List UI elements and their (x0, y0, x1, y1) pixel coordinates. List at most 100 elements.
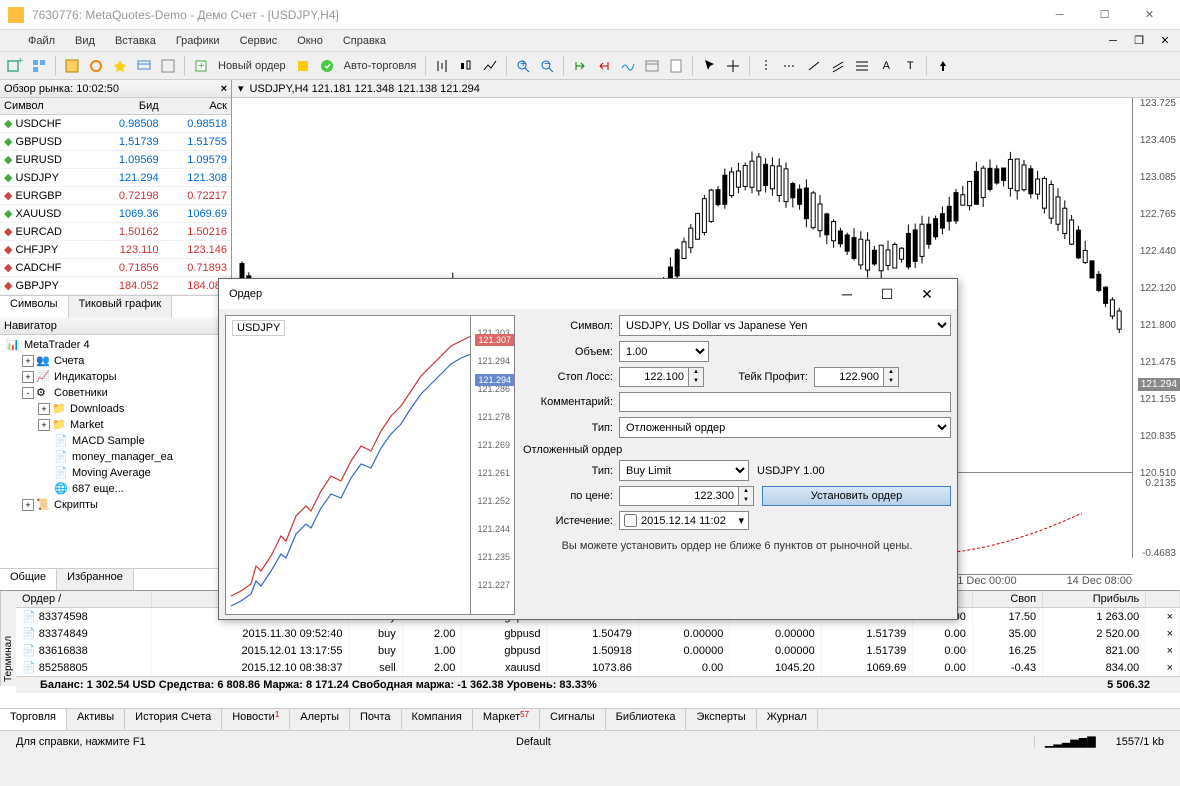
terminal-tab-библиотека[interactable]: Библиотека (606, 709, 687, 730)
channel-icon[interactable] (827, 55, 849, 77)
terminal-tab-маркет[interactable]: Маркет57 (473, 709, 540, 730)
terminal-tab-новости[interactable]: Новости1 (222, 709, 290, 730)
expander-icon[interactable]: + (38, 403, 50, 415)
cursor-icon[interactable] (698, 55, 720, 77)
metaeditor-icon[interactable] (292, 55, 314, 77)
menu-view[interactable]: Вид (65, 35, 105, 47)
menu-insert[interactable]: Вставка (105, 35, 166, 47)
market-watch-row[interactable]: ◆ GBPJPY184.052184.088 (0, 277, 231, 295)
close-button[interactable]: ✕ (1127, 1, 1172, 29)
trendline-icon[interactable] (803, 55, 825, 77)
market-watch-row[interactable]: ◆ USDJPY121.294121.308 (0, 169, 231, 187)
expiry-checkbox[interactable] (624, 514, 637, 527)
bar-chart-icon[interactable] (431, 55, 453, 77)
menu-file[interactable]: Файл (4, 35, 65, 47)
tab-favorites[interactable]: Избранное (57, 569, 134, 590)
order-row[interactable]: 📄 836168382015.12.01 13:17:55buy1.00gbpu… (16, 642, 1180, 659)
chart-shift-icon[interactable] (593, 55, 615, 77)
symbol-select[interactable]: USDJPY, US Dollar vs Japanese Yen (619, 315, 951, 336)
status-profile[interactable]: Default (506, 736, 1035, 748)
terminal-column[interactable]: Прибыль (1043, 591, 1146, 608)
price-spinner[interactable]: ▲▼ (619, 486, 754, 506)
tree-item[interactable]: -⚙Советники (2, 385, 229, 401)
vline-icon[interactable] (755, 55, 777, 77)
expander-icon[interactable]: - (22, 387, 34, 399)
tab-symbols[interactable]: Символы (0, 296, 69, 317)
line-chart-icon[interactable] (479, 55, 501, 77)
candle-chart-icon[interactable] (455, 55, 477, 77)
menu-service[interactable]: Сервис (230, 35, 288, 47)
order-type-select[interactable]: Отложенный ордер (619, 417, 951, 438)
dialog-titlebar[interactable]: Ордер ─ ☐ ✕ (219, 279, 957, 309)
text-label-icon[interactable]: T (899, 55, 921, 77)
expander-icon[interactable]: + (38, 419, 50, 431)
terminal-tab-активы[interactable]: Активы (67, 709, 125, 730)
market-watch-row[interactable]: ◆ USDCHF0.985080.98518 (0, 115, 231, 133)
terminal-column[interactable]: Ордер / (16, 591, 152, 608)
new-order-label[interactable]: Новый ордер (214, 60, 290, 72)
menu-charts[interactable]: Графики (166, 35, 230, 47)
tab-tick-chart[interactable]: Тиковый график (69, 296, 173, 317)
terminal-tab-торговля[interactable]: Торговля (0, 709, 67, 730)
terminal-column[interactable] (1146, 591, 1180, 608)
tree-root[interactable]: 📊 MetaTrader 4 (2, 337, 229, 353)
col-ask[interactable]: Аск (163, 98, 231, 115)
terminal-tab-компания[interactable]: Компания (402, 709, 473, 730)
data-window-icon[interactable] (85, 55, 107, 77)
volume-select[interactable]: 1.00 (619, 341, 709, 362)
terminal-tab-эксперты[interactable]: Эксперты (686, 709, 756, 730)
chart-menu-icon[interactable]: ▾ (238, 82, 244, 95)
terminal-icon[interactable] (133, 55, 155, 77)
indicators-icon[interactable] (617, 55, 639, 77)
col-bid[interactable]: Бид (94, 98, 162, 115)
market-watch-close-icon[interactable]: × (221, 83, 227, 95)
terminal-tab-алерты[interactable]: Алерты (290, 709, 350, 730)
market-watch-row[interactable]: ◆ GBPUSD1.517391.51755 (0, 133, 231, 151)
order-row[interactable]: 📄 852588052015.12.10 08:38:37sell2.00xau… (16, 659, 1180, 676)
comment-input[interactable] (619, 392, 951, 412)
dialog-minimize-icon[interactable]: ─ (827, 286, 867, 302)
periods-icon[interactable] (641, 55, 663, 77)
hline-icon[interactable] (779, 55, 801, 77)
maximize-button[interactable]: ☐ (1082, 1, 1127, 29)
menu-window[interactable]: Окно (287, 35, 333, 47)
terminal-tab-почта[interactable]: Почта (350, 709, 402, 730)
dialog-close-icon[interactable]: ✕ (907, 286, 947, 303)
templates-icon[interactable] (665, 55, 687, 77)
child-minimize-icon[interactable]: ─ (1102, 30, 1124, 52)
install-order-button[interactable]: Установить ордер (762, 486, 951, 506)
market-watch-icon[interactable] (61, 55, 83, 77)
minimize-button[interactable]: ─ (1037, 1, 1082, 29)
dialog-maximize-icon[interactable]: ☐ (867, 286, 907, 303)
tp-spinner[interactable]: ▲▼ (814, 367, 899, 387)
child-restore-icon[interactable]: ❐ (1128, 30, 1150, 52)
new-order-icon[interactable]: + (190, 55, 212, 77)
tree-item[interactable]: +📜Скрипты (2, 497, 229, 513)
new-chart-icon[interactable]: + (4, 55, 26, 77)
expander-icon[interactable]: + (22, 371, 34, 383)
tree-item[interactable]: 🌐687 еще... (2, 481, 229, 497)
col-symbol[interactable]: Символ (0, 98, 94, 115)
market-watch-row[interactable]: ◆ EURUSD1.095691.09579 (0, 151, 231, 169)
tab-common[interactable]: Общие (0, 569, 57, 590)
autotrade-icon[interactable] (316, 55, 338, 77)
autoscroll-icon[interactable] (569, 55, 591, 77)
child-close-icon[interactable]: ✕ (1154, 30, 1176, 52)
market-watch-row[interactable]: ◆ EURGBP0.721980.72217 (0, 187, 231, 205)
navigator-icon[interactable] (109, 55, 131, 77)
arrows-icon[interactable] (932, 55, 954, 77)
tree-item[interactable]: 📄Moving Average (2, 465, 229, 481)
text-icon[interactable]: A (875, 55, 897, 77)
expander-icon[interactable]: + (22, 499, 34, 511)
market-watch-row[interactable]: ◆ CHFJPY123.110123.146 (0, 241, 231, 259)
menu-help[interactable]: Справка (333, 35, 396, 47)
market-watch-row[interactable]: ◆ EURCAD1.501621.50216 (0, 223, 231, 241)
market-watch-row[interactable]: ◆ CADCHF0.718560.71893 (0, 259, 231, 277)
terminal-tab-сигналы[interactable]: Сигналы (540, 709, 606, 730)
expiry-picker[interactable]: 2015.12.14 11:02 ▾ (619, 511, 749, 530)
pending-type-select[interactable]: Buy Limit (619, 460, 749, 481)
terminal-tab-журнал[interactable]: Журнал (757, 709, 818, 730)
zoom-out-icon[interactable]: − (536, 55, 558, 77)
tree-item[interactable]: +📁Downloads (2, 401, 229, 417)
tree-item[interactable]: +📁Market (2, 417, 229, 433)
